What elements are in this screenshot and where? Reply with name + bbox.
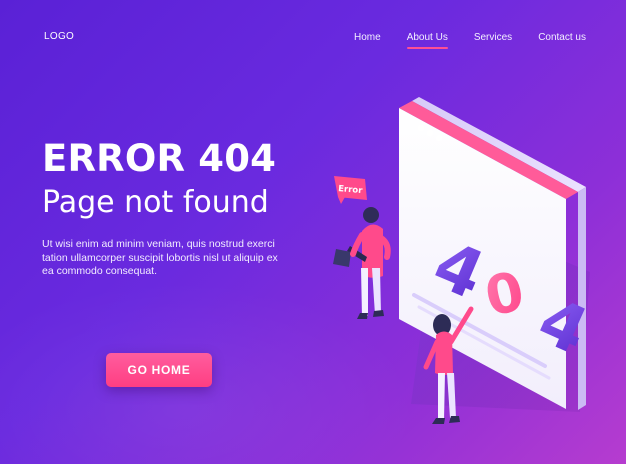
man-right-shoe xyxy=(373,310,384,317)
woman-left-leg xyxy=(438,373,445,420)
error-subtitle: Page not found xyxy=(42,185,269,221)
window-dot-3 xyxy=(435,134,443,142)
nav-about-us-link[interactable]: About Us xyxy=(406,32,448,49)
woman-shirt xyxy=(435,331,453,375)
error-title: ERROR 404 xyxy=(42,137,277,180)
error-404-illustration: 4 0 4 Error xyxy=(320,87,612,437)
illustration-svg: 4 0 4 Error xyxy=(333,97,598,424)
nav-services-link[interactable]: Services xyxy=(474,32,512,43)
main-navigation: Home About Us Services Contact us xyxy=(354,32,586,49)
top-navigation-bar: LOGO Home About Us Services Contact us xyxy=(0,0,626,70)
nav-contact-us-link[interactable]: Contact us xyxy=(538,32,586,43)
man-left-shoe xyxy=(357,313,368,319)
logo: LOGO xyxy=(44,31,75,42)
man-with-laptop xyxy=(333,207,391,319)
nav-home-link[interactable]: Home xyxy=(354,32,381,43)
man-head xyxy=(363,207,379,223)
man-right-leg xyxy=(372,268,381,315)
window-dot-1 xyxy=(417,124,425,132)
error-tag: Error xyxy=(334,176,367,204)
go-home-button[interactable]: GO HOME xyxy=(106,353,212,387)
error-404-page: LOGO Home About Us Services Contact us E… xyxy=(0,0,626,464)
hero-content: ERROR 404 Page not found Ut wisi enim ad… xyxy=(42,137,312,278)
laptop-screen xyxy=(333,249,351,267)
window-dot-2 xyxy=(426,129,434,137)
error-description: Ut wisi enim ad minim veniam, quis nostr… xyxy=(42,238,278,277)
man-left-leg xyxy=(361,268,368,317)
woman-left-shoe xyxy=(432,418,445,424)
